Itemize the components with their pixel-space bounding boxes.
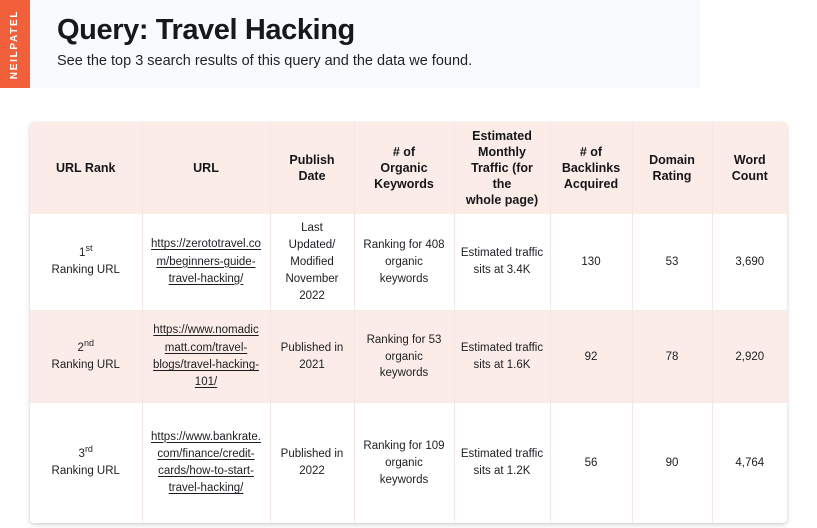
cell-url: https://www.nomadicmatt.com/travel-blogs…	[142, 310, 271, 403]
table-body: 1st Ranking URL https://zerototravel.com…	[30, 214, 787, 523]
rank-label: Ranking URL	[51, 358, 120, 371]
rank-ordinal: st	[85, 243, 93, 254]
cell-domain-rating: 90	[632, 402, 713, 523]
cell-backlinks: 56	[550, 402, 633, 523]
cell-organic-keywords: Ranking for 53 organic keywords	[354, 310, 455, 403]
cell-monthly-traffic: Estimated traffic sits at 1.6K	[454, 310, 551, 403]
column-header-monthly-traffic: Estimated Monthly Traffic (for the whole pa…	[454, 122, 551, 214]
cell-domain-rating: 78	[632, 310, 713, 403]
cell-organic-keywords: Ranking for 408 organic keywords	[354, 214, 455, 311]
cell-url-rank: 1st Ranking URL	[30, 214, 143, 311]
table-row: 1st Ranking URL https://zerototravel.com…	[30, 214, 787, 311]
page-title: Query: Travel Hacking	[57, 14, 355, 46]
cell-url-rank: 3rd Ranking URL	[30, 402, 143, 523]
table-row: 3rd Ranking URL https://www.bankrate.com…	[30, 402, 787, 523]
column-header-url: URL	[142, 122, 271, 214]
rank-ordinal: nd	[83, 338, 94, 349]
rank-ordinal: rd	[84, 444, 93, 455]
cell-backlinks: 92	[550, 310, 633, 403]
header-text-block: Query: Travel Hacking See the top 3 sear…	[57, 13, 687, 71]
table-header-row: URL Rank URL Publish Date # of Organic Keyw…	[30, 122, 787, 214]
table-row: 2nd Ranking URL https://www.nomadicmatt.…	[30, 310, 787, 403]
page-subtitle: See the top 3 search results of this que…	[57, 53, 473, 70]
result-url-link[interactable]: https://www.bankrate.com/finance/credit-…	[149, 429, 264, 498]
column-header-organic-keywords: # of Organic Keywords	[354, 122, 455, 214]
results-table-container: URL Rank URL Publish Date # of Organic Keyw…	[30, 122, 787, 523]
cell-publish-date: Published in 2022	[270, 402, 355, 523]
cell-publish-date: Last Updated/ Modified November 2022	[270, 214, 355, 311]
cell-monthly-traffic: Estimated traffic sits at 1.2K	[454, 402, 551, 523]
cell-monthly-traffic: Estimated traffic sits at 3.4K	[454, 214, 551, 311]
brand-name: NEILPATEL	[9, 9, 21, 79]
cell-publish-date: Published in 2021	[270, 310, 355, 403]
cell-organic-keywords: Ranking for 109 organic keywords	[354, 402, 455, 523]
search-results-table: URL Rank URL Publish Date # of Organic Keyw…	[30, 122, 787, 523]
column-header-word-count: Word Count	[731, 153, 768, 183]
table-header-row-group: URL Rank URL Publish Date # of Organic Keyw…	[30, 122, 787, 214]
column-header-domain-rating: Domain Rating	[632, 122, 713, 214]
rank-label: Ranking URL	[51, 465, 120, 478]
cell-backlinks: 130	[550, 214, 633, 311]
cell-domain-rating: 53	[632, 214, 713, 311]
brand-tab: NEILPATEL	[0, 0, 30, 88]
rank-label: Ranking URL	[51, 264, 120, 277]
column-header-publish-date: Publish Date	[270, 122, 355, 214]
cell-url: https://www.bankrate.com/finance/credit-…	[142, 402, 271, 523]
cell-word-count: 2,920	[712, 310, 787, 403]
result-url-link[interactable]: https://zerototravel.com/beginners-guide…	[149, 236, 264, 288]
cell-word-count: 4,764	[712, 402, 787, 523]
cell-url-rank: 2nd Ranking URL	[30, 310, 143, 403]
cell-word-count: 3,690	[735, 255, 765, 268]
header-banner: NEILPATEL Query: Travel Hacking See the …	[0, 0, 700, 88]
column-header-url-rank: URL Rank	[30, 122, 143, 214]
cell-url: https://zerototravel.com/beginners-guide…	[142, 214, 271, 311]
column-header-backlinks: # of Backlinks Acquired	[550, 122, 633, 214]
result-url-link[interactable]: https://www.nomadicmatt.com/travel-blogs…	[149, 322, 264, 391]
